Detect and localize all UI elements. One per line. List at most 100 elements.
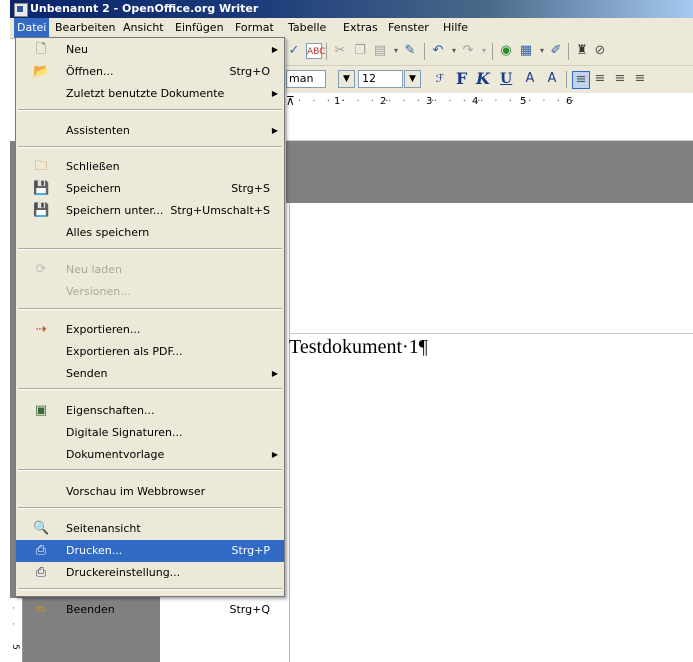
navigator-icon[interactable]: ⊘ [592,43,608,59]
printer-icon: ⎙ [35,543,47,558]
file-menu-item-2[interactable]: Zuletzt benutzte Dokumente ▶ [16,83,284,105]
file-menu-item-label: Neu laden [66,263,122,276]
file-menu-item-shortcut: Strg+Q [229,603,270,616]
formatting-toolbar: man ▼ 12 ▼ ℱ F K U A A ≡ ≡ ≡ ≡ [286,66,693,93]
file-menu-item-9: Versionen... [16,281,284,303]
submenu-arrow-icon: ▶ [271,126,278,135]
menu-separator [18,146,282,148]
printer-settings-icon: ⎙ [35,565,47,580]
page-preview-icon: 🔍 [33,521,50,536]
menu-separator [18,588,282,590]
file-menu-item-shortcut: Strg+S [231,182,270,195]
file-menu-item-6[interactable]: 💾 Speichern unter... Strg+Umschalt+S [16,200,284,222]
file-menu-item-label: Exportieren... [66,323,141,336]
file-menu-item-10[interactable]: ⇢ Exportieren... [16,319,284,341]
document-text[interactable]: Testdokument·1¶ [289,336,428,359]
menu-ansicht[interactable]: Ansicht [120,18,167,38]
menu-separator [18,109,282,111]
hyperlink-icon[interactable]: ◉ [498,43,514,59]
font-name-dropdown-icon[interactable]: ▼ [338,70,355,88]
ruler-area: ⊼ · · · · 1 · · · · 2 · · · · 3 · · · · … [286,94,693,141]
file-menu-item-16[interactable]: Vorschau im Webbrowser [16,481,284,503]
menu-einfuegen[interactable]: Einfügen [172,18,227,38]
export-icon: ⇢ [35,322,47,337]
spellcheck-icon[interactable]: ✓ [286,43,302,59]
menu-bar: Datei Bearbeiten Ansicht Einfügen Format… [10,18,693,39]
file-menu-item-3[interactable]: Assistenten ▶ [16,120,284,142]
menu-hilfe[interactable]: Hilfe [440,18,471,38]
undo-icon[interactable]: ↶ [430,43,446,59]
file-menu-item-17[interactable]: 🔍 Seitenansicht [16,518,284,540]
font-name-box[interactable]: man [286,70,326,88]
file-menu-item-shortcut: Strg+O [229,65,270,78]
file-menu-item-5[interactable]: 💾 Speichern Strg+S [16,178,284,200]
file-menu-item-label: Assistenten [66,124,130,137]
file-menu-item-label: Seitenansicht [66,522,141,535]
align-justify-icon[interactable]: ≡ [632,71,648,87]
cut-icon[interactable]: ✂ [332,43,348,59]
file-menu-item-8: ⟳ Neu laden [16,259,284,281]
title-bar[interactable]: Unbenannt 2 - OpenOffice.org Writer [10,0,693,18]
align-center-icon[interactable]: ≡ [592,71,608,87]
font-effect-icon[interactable]: ℱ [432,71,448,87]
menu-separator [18,248,282,250]
paste-icon[interactable]: ▤ [372,43,388,59]
file-menu-item-label: Speichern unter... [66,204,164,217]
file-menu-item-label: Alles speichern [66,226,150,239]
ruler-number: 5 [520,96,527,107]
draw-functions-icon[interactable]: ✐ [548,43,564,59]
standard-toolbar: ✓ ABC ✂ ❐ ▤ ▾ ✎ ↶ ▾ ↷ ▾ ◉ ▦ ▾ ✐ ♜ ⊘ [286,38,693,66]
redo-dropdown-icon[interactable]: ▾ [476,43,492,59]
bold-button[interactable]: F [456,70,467,88]
format-paintbrush-icon[interactable]: ✎ [402,43,418,59]
align-left-icon[interactable]: ≡ [572,71,590,89]
file-menu-item-12[interactable]: Senden ▶ [16,363,284,385]
file-menu-item-shortcut: Strg+Umschalt+S [170,204,270,217]
save-as-icon: 💾 [33,203,50,218]
ruler-indent-marker-icon[interactable]: ⊼ [286,94,295,108]
menu-datei[interactable]: Datei [14,18,50,38]
left-window-edge [0,0,10,662]
file-menu-item-0[interactable]: 🗋 Neu ▶ [16,39,284,61]
file-menu-item-13[interactable]: ▣ Eigenschaften... [16,400,284,422]
file-menu-item-label: Eigenschaften... [66,404,155,417]
file-menu-item-11[interactable]: Exportieren als PDF... [16,341,284,363]
file-menu-item-label: Neu [66,43,88,56]
submenu-arrow-icon: ▶ [271,369,278,378]
openoffice-app-icon[interactable] [14,3,28,17]
font-size-dropdown-icon[interactable]: ▼ [404,70,421,88]
table-icon[interactable]: ▦ [518,43,534,59]
menu-bearbeiten[interactable]: Bearbeiten [52,18,118,38]
menu-separator [18,308,282,310]
character-shadow-icon[interactable]: A [522,71,538,87]
file-menu-item-label: Druckereinstellung... [66,566,181,579]
auto-spellcheck-icon[interactable]: ABC [306,43,325,59]
file-menu-item-7[interactable]: Alles speichern [16,222,284,244]
menu-separator [18,388,282,390]
menu-extras[interactable]: Extras [340,18,381,38]
italic-button[interactable]: K [476,70,490,88]
menu-fenster[interactable]: Fenster [385,18,432,38]
file-menu-item-19[interactable]: ⎙ Druckereinstellung... [16,562,284,584]
character-contour-icon[interactable]: A [544,71,560,87]
copy-icon[interactable]: ❐ [352,43,368,59]
menu-tabelle[interactable]: Tabelle [285,18,329,38]
menu-format[interactable]: Format [232,18,277,38]
find-replace-icon[interactable]: ♜ [574,43,590,59]
horizontal-ruler[interactable]: ⊼ · · · · 1 · · · · 2 · · · · 3 · · · · … [286,94,693,141]
align-right-icon[interactable]: ≡ [612,71,628,87]
file-menu-item-20[interactable]: ⇨ Beenden Strg+Q [16,599,284,621]
file-menu-item-14[interactable]: Digitale Signaturen... [16,422,284,444]
file-menu-item-1[interactable]: 📂 Öffnen... Strg+O [16,61,284,83]
underline-button[interactable]: U [500,70,512,88]
file-menu-item-15[interactable]: Dokumentvorlage ▶ [16,444,284,466]
file-menu-item-4[interactable]: 🗀 Schließen [16,156,284,178]
file-menu-item-label: Öffnen... [66,65,114,78]
submenu-arrow-icon: ▶ [271,45,278,54]
close-document-icon: 🗀 [34,159,48,174]
font-size-box[interactable]: 12 [358,70,403,88]
file-menu-item-label: Drucken... [66,544,123,557]
file-menu-item-18[interactable]: ⎙ Drucken... Strg+P [16,540,284,562]
file-menu-item-label: Schließen [66,160,120,173]
redo-icon[interactable]: ↷ [460,43,476,59]
